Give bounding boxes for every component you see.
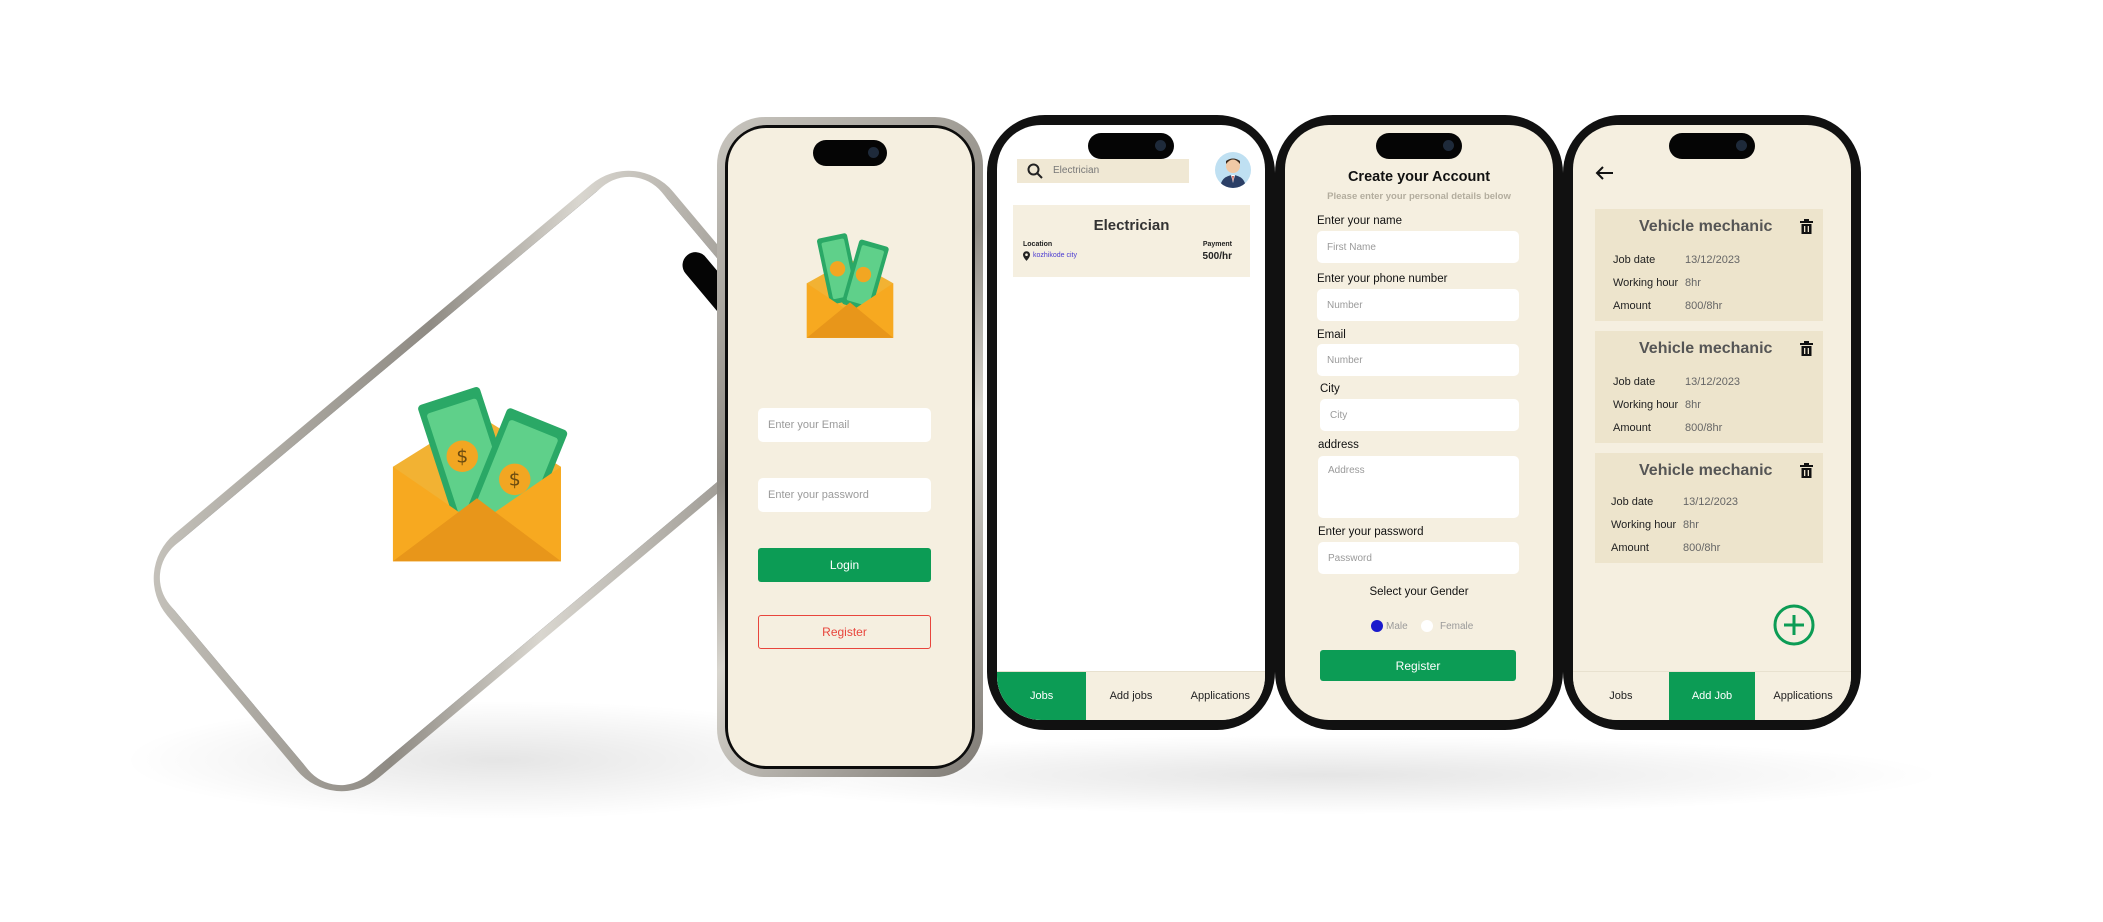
search-icon (1027, 163, 1043, 179)
trash-icon[interactable] (1800, 219, 1813, 234)
dynamic-island (1376, 133, 1462, 159)
job-card[interactable]: Vehicle mechanic Job date 13/12/2023 Wor… (1595, 331, 1823, 443)
job-date-label: Job date (1613, 376, 1656, 388)
page-subtitle: Please enter your personal details below (1327, 191, 1511, 202)
password-input[interactable]: Enter your password (758, 478, 931, 512)
city-label: City (1320, 383, 1340, 395)
email-input[interactable]: Number (1317, 344, 1519, 376)
gender-label: Select your Gender (1369, 586, 1469, 598)
tab-jobs[interactable]: Jobs (997, 672, 1087, 720)
job-date-value: 13/12/2023 (1685, 254, 1741, 266)
tab-applications[interactable]: Applications (1176, 672, 1265, 720)
tab-add-jobs[interactable]: Add jobs (1086, 672, 1175, 720)
job-title: Vehicle mechanic (1639, 218, 1773, 235)
amount-label: Amount (1611, 542, 1649, 554)
job-title: Electrician (1093, 217, 1170, 234)
working-hour-value: 8hr (1685, 277, 1701, 289)
bottom-nav: Jobs Add jobs Applications (997, 671, 1265, 720)
phone-input[interactable]: Number (1317, 289, 1519, 321)
register-phone: Create your Account Please enter your pe… (1275, 115, 1563, 730)
add-circle-icon[interactable] (1772, 603, 1816, 647)
job-card[interactable]: Vehicle mechanic Job date 13/12/2023 Wor… (1595, 209, 1823, 321)
radio-male-label: Male (1386, 621, 1408, 632)
amount-value: 800/8hr (1683, 542, 1721, 554)
working-hour-label: Working hour (1613, 399, 1679, 411)
password-label: Enter your password (1318, 526, 1424, 538)
name-input[interactable]: First Name (1317, 231, 1519, 263)
amount-label: Amount (1613, 300, 1651, 312)
register-screen: Create your Account Please enter your pe… (1285, 125, 1553, 720)
avatar-person-icon (1220, 158, 1246, 188)
dynamic-island (1669, 133, 1755, 159)
amount-value: 800/8hr (1685, 300, 1723, 312)
location-pin-icon (1023, 251, 1030, 261)
working-hour-label: Working hour (1611, 519, 1677, 531)
money-envelope-icon: $ $ (392, 387, 568, 562)
job-title: Vehicle mechanic (1639, 462, 1773, 479)
radio-female[interactable] (1421, 620, 1433, 632)
page-title: Create your Account (1347, 169, 1491, 185)
login-screen: Enter your Email Enter your password Log… (728, 128, 972, 766)
payment-label: Payment (1202, 241, 1232, 248)
email-label: Email (1317, 329, 1346, 341)
tab-jobs[interactable]: Jobs (1573, 672, 1669, 720)
amount-label: Amount (1613, 422, 1651, 434)
location-label: Location (1023, 241, 1053, 248)
register-button[interactable]: Register (758, 615, 931, 649)
job-date-value: 13/12/2023 (1685, 376, 1741, 388)
trash-icon[interactable] (1800, 341, 1813, 356)
posted-jobs-phone: Vehicle mechanic Job date 13/12/2023 Wor… (1563, 115, 1861, 730)
job-date-value: 13/12/2023 (1683, 496, 1739, 508)
job-date-label: Job date (1613, 254, 1656, 266)
avatar[interactable] (1215, 152, 1251, 188)
job-date-label: Job date (1611, 496, 1654, 508)
job-title: Vehicle mechanic (1639, 340, 1773, 357)
search-input[interactable]: Electrician (1053, 165, 1099, 176)
login-button[interactable]: Login (758, 548, 931, 582)
tab-applications[interactable]: Applications (1755, 672, 1851, 720)
svg-text:$: $ (509, 469, 521, 491)
address-label: address (1318, 439, 1359, 451)
phone-label: Enter your phone number (1317, 273, 1448, 285)
password-input[interactable]: Password (1318, 542, 1519, 574)
address-input[interactable]: Address (1318, 456, 1519, 518)
radio-male[interactable] (1371, 620, 1383, 632)
job-card[interactable]: Vehicle mechanic Job date 13/12/2023 Wor… (1595, 453, 1823, 563)
back-arrow-icon[interactable] (1595, 165, 1615, 181)
working-hour-value: 8hr (1683, 519, 1699, 531)
location-value: kozhikode city (1033, 252, 1077, 259)
tab-add-job[interactable]: Add Job (1668, 672, 1756, 720)
register-submit-button[interactable]: Register (1320, 650, 1516, 681)
login-phone: Enter your Email Enter your password Log… (717, 117, 983, 777)
bottom-nav: Jobs Add Job Applications (1573, 671, 1851, 720)
jobs-phone: Electrician Electrician Location kozhiko… (987, 115, 1275, 730)
posted-jobs-screen: Vehicle mechanic Job date 13/12/2023 Wor… (1573, 125, 1851, 720)
amount-value: 800/8hr (1685, 422, 1723, 434)
dynamic-island (813, 140, 887, 166)
search-bar[interactable]: Electrician (1017, 159, 1189, 183)
money-envelope-icon (806, 233, 894, 338)
dynamic-island (1088, 133, 1174, 159)
name-label: Enter your name (1317, 215, 1403, 227)
working-hour-value: 8hr (1685, 399, 1701, 411)
city-input[interactable]: City (1320, 399, 1519, 431)
jobs-screen: Electrician Electrician Location kozhiko… (997, 125, 1265, 720)
working-hour-label: Working hour (1613, 277, 1679, 289)
job-card[interactable]: Electrician Location kozhikode city Paym… (1013, 205, 1250, 277)
payment-value: 500/hr (1202, 251, 1232, 262)
email-input[interactable]: Enter your Email (758, 408, 931, 442)
radio-female-label: Female (1440, 621, 1474, 632)
svg-text:$: $ (456, 446, 468, 468)
trash-icon[interactable] (1800, 463, 1813, 478)
